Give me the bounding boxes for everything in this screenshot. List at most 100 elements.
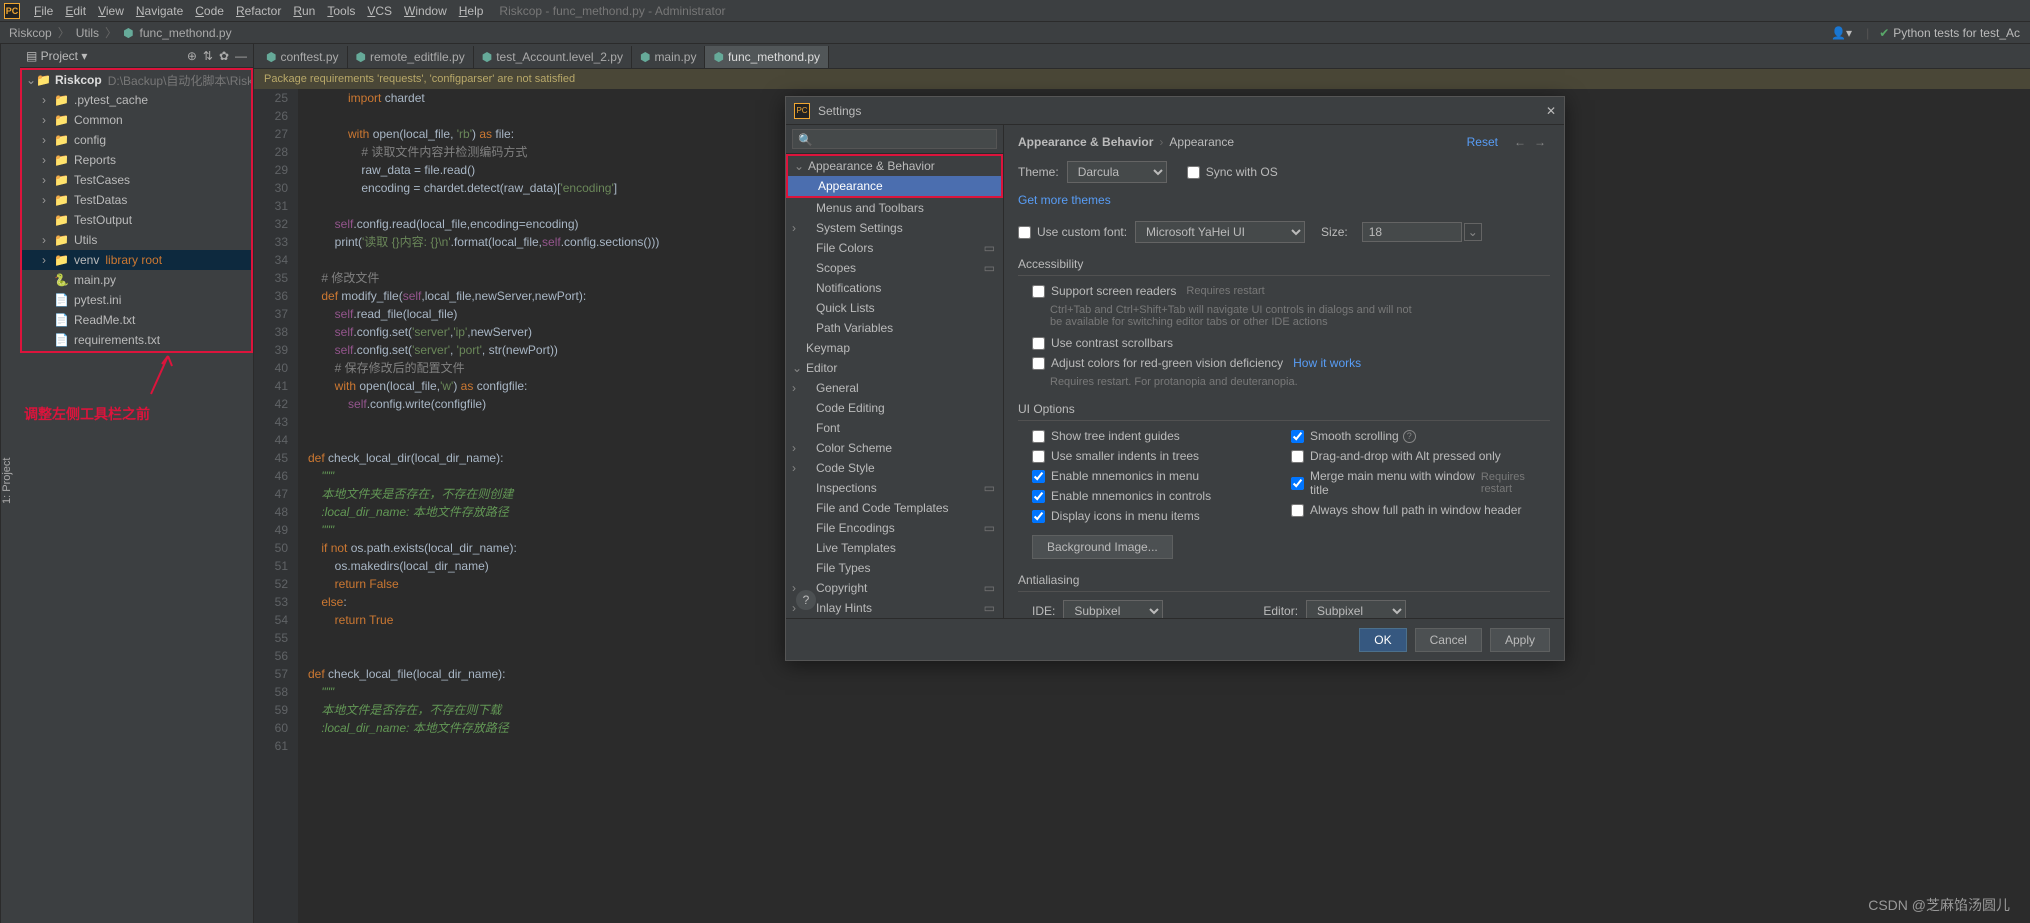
settings-tree-item[interactable]: Scopes▭ xyxy=(786,258,1003,278)
menu-run[interactable]: Run xyxy=(287,2,321,20)
settings-tree-item[interactable]: File and Code Templates xyxy=(786,498,1003,518)
tree-item[interactable]: 📁TestOutput xyxy=(22,210,251,230)
settings-tree-item[interactable]: Path Variables xyxy=(786,318,1003,338)
tree-item[interactable]: ›📁Reports xyxy=(22,150,251,170)
project-view-selector[interactable]: ▤ Project ▾ xyxy=(26,49,87,63)
menu-refactor[interactable]: Refactor xyxy=(230,2,287,20)
editor-tab[interactable]: ⬢test_Account.level_2.py xyxy=(474,46,632,68)
editor-tab[interactable]: ⬢conftest.py xyxy=(258,46,348,68)
tree-item[interactable]: 🐍main.py xyxy=(22,270,251,290)
settings-crumb[interactable]: Appearance & Behavior xyxy=(1018,135,1153,149)
settings-tree-item[interactable]: File Colors▭ xyxy=(786,238,1003,258)
menu-view[interactable]: View xyxy=(92,2,130,20)
breadcrumb[interactable]: Riskcop xyxy=(6,26,55,40)
editor-tab[interactable]: ⬢func_methond.py xyxy=(705,46,829,68)
ui-checkbox[interactable] xyxy=(1032,510,1045,523)
menu-navigate[interactable]: Navigate xyxy=(130,2,189,20)
tree-item[interactable]: ⌄📁RiskcopD:\Backup\自动化脚本\Riskcop xyxy=(22,70,251,90)
aa-editor-select[interactable]: Subpixel xyxy=(1306,600,1406,618)
screen-readers-checkbox[interactable] xyxy=(1032,285,1045,298)
settings-tree-item[interactable]: ›System Settings xyxy=(786,218,1003,238)
expand-icon[interactable]: ⇅ xyxy=(203,49,213,63)
settings-tree-item[interactable]: Appearance xyxy=(786,176,1003,198)
hide-icon[interactable]: — xyxy=(235,49,247,63)
settings-tree-item[interactable]: ›Inlay Hints▭ xyxy=(786,598,1003,618)
settings-tree-item[interactable]: Inspections▭ xyxy=(786,478,1003,498)
tree-item[interactable]: ›📁Utils xyxy=(22,230,251,250)
menu-edit[interactable]: Edit xyxy=(59,2,92,20)
settings-tree-item[interactable]: ›Copyright▭ xyxy=(786,578,1003,598)
project-tree[interactable]: ⌄📁RiskcopD:\Backup\自动化脚本\Riskcop›📁.pytes… xyxy=(20,68,253,353)
menu-help[interactable]: Help xyxy=(453,2,490,20)
menu-tools[interactable]: Tools xyxy=(321,2,361,20)
settings-tree-item[interactable]: ›General xyxy=(786,378,1003,398)
tree-item[interactable]: 📄requirements.txt xyxy=(22,330,251,350)
ui-checkbox[interactable] xyxy=(1291,477,1304,490)
gear-icon[interactable]: ✿ xyxy=(219,49,229,63)
project-tool-button[interactable]: 1: Project xyxy=(0,44,20,923)
settings-tree-item[interactable]: Quick Lists xyxy=(786,298,1003,318)
menu-window[interactable]: Window xyxy=(398,2,453,20)
ui-checkbox[interactable] xyxy=(1291,430,1304,443)
close-icon[interactable]: ✕ xyxy=(1546,104,1556,118)
font-select[interactable]: Microsoft YaHei UI xyxy=(1135,221,1305,243)
reset-link[interactable]: Reset xyxy=(1467,135,1498,149)
cancel-button[interactable]: Cancel xyxy=(1415,628,1482,652)
settings-tree-item[interactable]: ›Color Scheme xyxy=(786,438,1003,458)
requirements-warning[interactable]: Package requirements 'requests', 'config… xyxy=(254,69,2030,89)
settings-tree-item[interactable]: File Types xyxy=(786,558,1003,578)
how-link[interactable]: How it works xyxy=(1293,356,1361,370)
back-icon[interactable]: ← xyxy=(1514,135,1526,149)
settings-tree-item[interactable]: Notifications xyxy=(786,278,1003,298)
tree-item[interactable]: ›📁TestCases xyxy=(22,170,251,190)
settings-tree-item[interactable]: ⌄Appearance & Behavior xyxy=(786,154,1003,176)
menu-code[interactable]: Code xyxy=(189,2,230,20)
locate-icon[interactable]: ⊕ xyxy=(187,49,197,63)
menu-vcs[interactable]: VCS xyxy=(361,2,398,20)
settings-search-input[interactable] xyxy=(792,129,997,149)
settings-tree-item[interactable]: ⌄Editor xyxy=(786,358,1003,378)
settings-tree-item[interactable]: Keymap xyxy=(786,338,1003,358)
settings-tree-item[interactable]: Menus and Toolbars xyxy=(786,198,1003,218)
ok-button[interactable]: OK xyxy=(1359,628,1406,652)
editor-tab[interactable]: ⬢main.py xyxy=(632,46,706,68)
tree-item[interactable]: ›📁.pytest_cache xyxy=(22,90,251,110)
tree-item[interactable]: ›📁venvlibrary root xyxy=(22,250,251,270)
ui-checkbox[interactable] xyxy=(1032,470,1045,483)
settings-tree-item[interactable]: Code Editing xyxy=(786,398,1003,418)
size-stepper[interactable]: ⌄ xyxy=(1464,223,1482,241)
settings-tree-item[interactable]: Font xyxy=(786,418,1003,438)
ui-checkbox[interactable] xyxy=(1032,490,1045,503)
aa-ide-select[interactable]: Subpixel xyxy=(1063,600,1163,618)
ui-checkbox[interactable] xyxy=(1291,450,1304,463)
ui-checkbox[interactable] xyxy=(1291,504,1304,517)
custom-font-checkbox[interactable] xyxy=(1018,226,1031,239)
apply-button[interactable]: Apply xyxy=(1490,628,1550,652)
background-image-button[interactable]: Background Image... xyxy=(1032,535,1173,559)
help-icon[interactable]: ? xyxy=(796,590,816,610)
editor-tab[interactable]: ⬢remote_editfile.py xyxy=(348,46,474,68)
tree-item[interactable]: ›📁config xyxy=(22,130,251,150)
tree-item[interactable]: ›📁Common xyxy=(22,110,251,130)
tree-item[interactable]: ›📁TestDatas xyxy=(22,190,251,210)
settings-tree-item[interactable]: Live Templates xyxy=(786,538,1003,558)
contrast-scrollbars-checkbox[interactable] xyxy=(1032,337,1045,350)
breadcrumb[interactable]: Utils xyxy=(73,26,102,40)
run-config-selector[interactable]: Python tests for test_Ac xyxy=(1893,26,2020,40)
settings-tree-item[interactable]: File Encodings▭ xyxy=(786,518,1003,538)
theme-select[interactable]: Darcula xyxy=(1067,161,1167,183)
sync-os-checkbox[interactable] xyxy=(1187,166,1200,179)
user-icon[interactable]: 👤▾ xyxy=(1831,26,1852,40)
tree-item[interactable]: 📄pytest.ini xyxy=(22,290,251,310)
menu-file[interactable]: File xyxy=(28,2,59,20)
settings-tree-item[interactable]: ›Code Style xyxy=(786,458,1003,478)
breadcrumb[interactable]: func_methond.py xyxy=(137,26,235,40)
info-icon[interactable]: ? xyxy=(1403,430,1416,443)
forward-icon[interactable]: → xyxy=(1534,135,1546,149)
get-themes-link[interactable]: Get more themes xyxy=(1018,193,1111,207)
font-size-input[interactable] xyxy=(1362,222,1462,242)
ui-checkbox[interactable] xyxy=(1032,450,1045,463)
colorblind-checkbox[interactable] xyxy=(1032,357,1045,370)
tree-item[interactable]: 🐍Retry_0122.py xyxy=(22,350,251,353)
ui-checkbox[interactable] xyxy=(1032,430,1045,443)
